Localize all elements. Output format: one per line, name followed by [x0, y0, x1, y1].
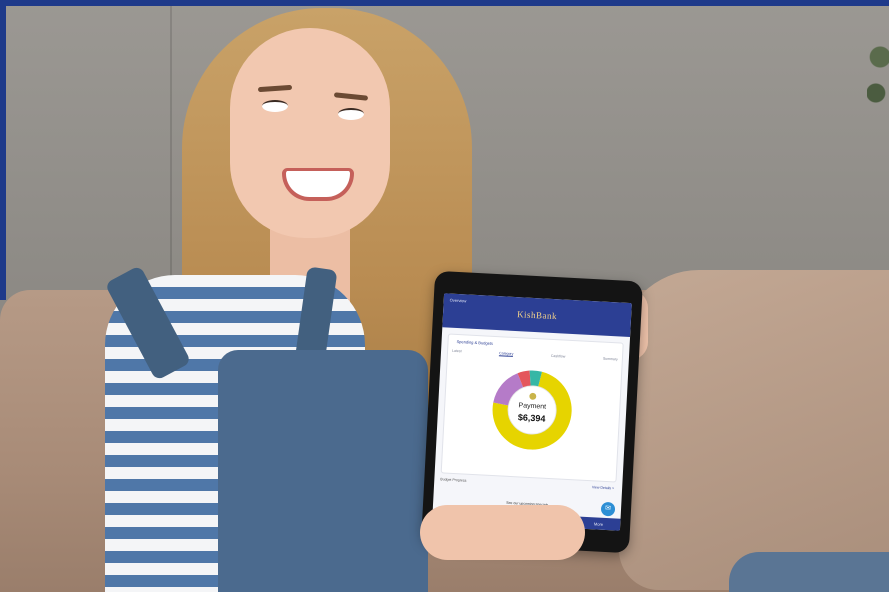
woman-face: [230, 28, 390, 238]
tablet-screen: Overview KishBank Spending & Budgets Lat…: [432, 293, 632, 531]
eye-right: [338, 108, 364, 120]
jeans-leg: [729, 552, 889, 592]
bank-logo: KishBank: [516, 309, 558, 322]
tab-cashflow[interactable]: Cashflow: [551, 354, 566, 360]
app-header: Overview KishBank: [442, 293, 632, 338]
top-frame-bar: [0, 0, 889, 6]
view-details-link[interactable]: View Details >: [592, 485, 614, 490]
tab-summary[interactable]: Summary: [603, 357, 618, 363]
chat-bubble-icon[interactable]: ✉: [600, 501, 616, 517]
plant-leaves: [867, 30, 889, 120]
budget-label: Budget Progress: [440, 477, 467, 483]
nav-more[interactable]: More: [594, 521, 603, 526]
tab-category[interactable]: Category: [499, 351, 514, 357]
tab-bar: Latest Category Cashflow Summary: [452, 349, 618, 363]
photo-scene: Overview KishBank Spending & Budgets Lat…: [0, 0, 889, 592]
wall-seam: [170, 6, 172, 306]
hand-left: [420, 505, 585, 560]
tab-latest[interactable]: Latest: [452, 349, 462, 354]
eye-left: [262, 100, 288, 112]
card-title: Spending & Budgets: [456, 338, 494, 346]
couch-pillow: [619, 270, 889, 590]
denim-overalls: [218, 350, 428, 592]
spending-card: Spending & Budgets Latest Category Cashf…: [440, 333, 624, 483]
left-frame-bar: [0, 0, 6, 300]
header-subtitle[interactable]: Overview: [450, 298, 467, 304]
